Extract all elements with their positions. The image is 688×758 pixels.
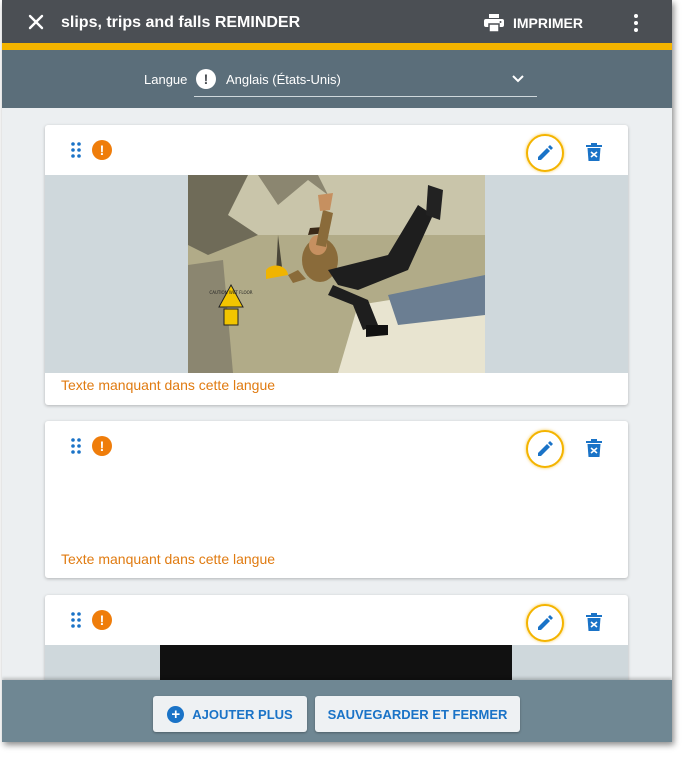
top-bar: slips, trips and falls REMINDER IMPRIMER — [2, 0, 672, 43]
editor-window: slips, trips and falls REMINDER IMPRIMER… — [2, 0, 672, 742]
video-frame — [160, 645, 512, 680]
content-card: ! — [45, 595, 628, 680]
print-label: IMPRIMER — [513, 15, 583, 31]
cards-list: ! CAUTION WET FLOOR Texte manquant dans … — [2, 108, 672, 680]
content-card: ! Texte manquant dans cette langue — [45, 421, 628, 578]
missing-text-warning: Texte manquant dans cette langue — [61, 551, 276, 567]
add-more-label: AJOUTER PLUS — [192, 706, 293, 722]
card-video — [45, 645, 628, 680]
chevron-down-icon — [512, 75, 524, 83]
content-card: ! — [45, 125, 628, 405]
close-icon[interactable] — [26, 12, 46, 32]
more-options-icon[interactable] — [630, 13, 642, 33]
printer-icon — [484, 14, 504, 32]
add-icon: + — [167, 705, 185, 723]
drag-handle-icon[interactable] — [71, 612, 81, 628]
language-bar: Langue ! Anglais (États-Unis) — [2, 50, 672, 108]
accent-stripe — [2, 43, 672, 50]
alert-icon: ! — [92, 140, 112, 160]
drag-handle-icon[interactable] — [71, 438, 81, 454]
warning-icon: ! — [196, 69, 216, 89]
drag-handle-icon[interactable] — [71, 142, 81, 158]
edit-button[interactable] — [526, 604, 564, 642]
edit-button[interactable] — [526, 430, 564, 468]
pencil-icon — [538, 441, 553, 456]
pencil-icon — [538, 145, 553, 160]
missing-text-warning: Texte manquant dans cette langue — [61, 377, 276, 393]
language-value: Anglais (États-Unis) — [226, 72, 341, 87]
alert-icon: ! — [92, 610, 112, 630]
card-image: CAUTION WET FLOOR — [45, 175, 628, 373]
save-and-close-label: SAUVEGARDER ET FERMER — [327, 706, 508, 722]
delete-icon[interactable] — [586, 613, 602, 631]
alert-icon: ! — [92, 436, 112, 456]
edit-button[interactable] — [526, 134, 564, 172]
delete-icon[interactable] — [586, 439, 602, 457]
caution-sign-text: CAUTION WET FLOOR — [209, 290, 252, 295]
pencil-icon — [538, 615, 553, 630]
footer-bar: + AJOUTER PLUS SAUVEGARDER ET FERMER — [2, 680, 672, 742]
page-title: slips, trips and falls REMINDER — [61, 14, 301, 31]
language-label: Langue — [144, 72, 188, 87]
save-and-close-button[interactable]: SAUVEGARDER ET FERMER — [315, 696, 520, 732]
slip-fall-illustration: CAUTION WET FLOOR — [188, 175, 485, 373]
language-select[interactable]: ! Anglais (États-Unis) — [194, 64, 537, 97]
print-button[interactable]: IMPRIMER — [484, 13, 583, 33]
add-more-button[interactable]: + AJOUTER PLUS — [153, 696, 307, 732]
delete-icon[interactable] — [586, 143, 602, 161]
